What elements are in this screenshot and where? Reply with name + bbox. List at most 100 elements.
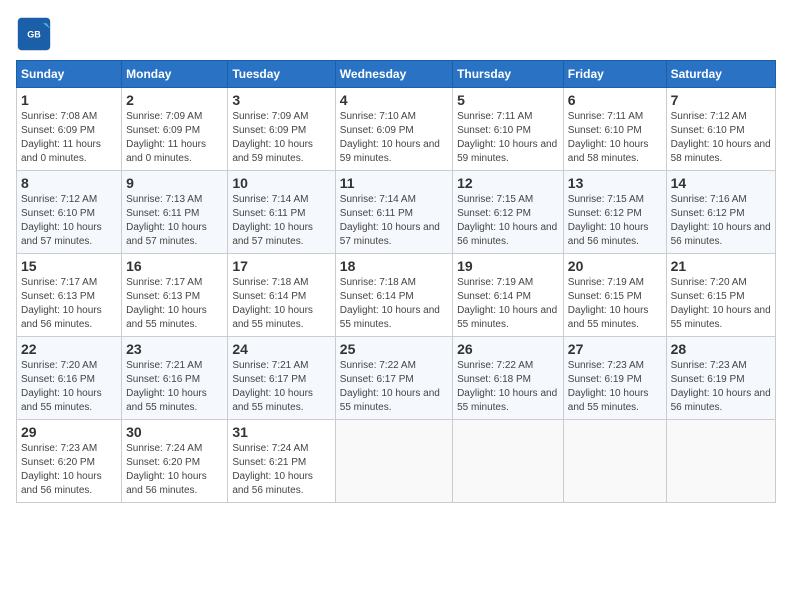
sunset-label: Sunset: 6:18 PM <box>457 374 531 385</box>
header-row: Sunday Monday Tuesday Wednesday Thursday… <box>17 61 776 88</box>
day-info: Sunrise: 7:22 AM Sunset: 6:17 PM Dayligh… <box>340 359 448 415</box>
table-row: 8 Sunrise: 7:12 AM Sunset: 6:10 PM Dayli… <box>17 171 122 254</box>
daylight-label: Daylight: 10 hours and 55 minutes. <box>568 388 649 413</box>
table-row: 15 Sunrise: 7:17 AM Sunset: 6:13 PM Dayl… <box>17 254 122 337</box>
day-number: 30 <box>126 424 223 440</box>
day-number: 24 <box>232 341 330 357</box>
day-info: Sunrise: 7:15 AM Sunset: 6:12 PM Dayligh… <box>568 193 662 249</box>
day-info: Sunrise: 7:09 AM Sunset: 6:09 PM Dayligh… <box>232 110 330 166</box>
day-info: Sunrise: 7:17 AM Sunset: 6:13 PM Dayligh… <box>21 276 117 332</box>
daylight-label: Daylight: 10 hours and 56 minutes. <box>671 388 771 413</box>
table-row: 31 Sunrise: 7:24 AM Sunset: 6:21 PM Dayl… <box>228 420 335 503</box>
daylight-label: Daylight: 10 hours and 56 minutes. <box>568 222 649 247</box>
sunrise-label: Sunrise: 7:23 AM <box>568 360 644 371</box>
daylight-label: Daylight: 11 hours and 0 minutes. <box>126 139 206 164</box>
table-row: 20 Sunrise: 7:19 AM Sunset: 6:15 PM Dayl… <box>563 254 666 337</box>
table-row: 5 Sunrise: 7:11 AM Sunset: 6:10 PM Dayli… <box>453 88 564 171</box>
table-row: 17 Sunrise: 7:18 AM Sunset: 6:14 PM Dayl… <box>228 254 335 337</box>
sunset-label: Sunset: 6:09 PM <box>232 125 306 136</box>
calendar-row: 8 Sunrise: 7:12 AM Sunset: 6:10 PM Dayli… <box>17 171 776 254</box>
logo: GB <box>16 16 56 52</box>
daylight-label: Daylight: 10 hours and 57 minutes. <box>340 222 440 247</box>
daylight-label: Daylight: 10 hours and 55 minutes. <box>671 305 771 330</box>
day-info: Sunrise: 7:15 AM Sunset: 6:12 PM Dayligh… <box>457 193 559 249</box>
table-row: 30 Sunrise: 7:24 AM Sunset: 6:20 PM Dayl… <box>122 420 228 503</box>
daylight-label: Daylight: 10 hours and 57 minutes. <box>21 222 102 247</box>
daylight-label: Daylight: 10 hours and 55 minutes. <box>568 305 649 330</box>
sunrise-label: Sunrise: 7:18 AM <box>232 277 308 288</box>
sunrise-label: Sunrise: 7:15 AM <box>568 194 644 205</box>
table-row: 26 Sunrise: 7:22 AM Sunset: 6:18 PM Dayl… <box>453 337 564 420</box>
day-number: 29 <box>21 424 117 440</box>
table-row: 19 Sunrise: 7:19 AM Sunset: 6:14 PM Dayl… <box>453 254 564 337</box>
col-wednesday: Wednesday <box>335 61 452 88</box>
sunset-label: Sunset: 6:21 PM <box>232 457 306 468</box>
day-number: 13 <box>568 175 662 191</box>
sunrise-label: Sunrise: 7:11 AM <box>457 111 532 122</box>
sunrise-label: Sunrise: 7:08 AM <box>21 111 97 122</box>
daylight-label: Daylight: 10 hours and 57 minutes. <box>126 222 207 247</box>
sunset-label: Sunset: 6:10 PM <box>457 125 531 136</box>
day-number: 2 <box>126 92 223 108</box>
day-number: 17 <box>232 258 330 274</box>
sunset-label: Sunset: 6:16 PM <box>21 374 95 385</box>
sunrise-label: Sunrise: 7:18 AM <box>340 277 416 288</box>
sunrise-label: Sunrise: 7:21 AM <box>126 360 202 371</box>
col-friday: Friday <box>563 61 666 88</box>
day-number: 18 <box>340 258 448 274</box>
day-info: Sunrise: 7:16 AM Sunset: 6:12 PM Dayligh… <box>671 193 771 249</box>
sunset-label: Sunset: 6:12 PM <box>568 208 642 219</box>
calendar-body: 1 Sunrise: 7:08 AM Sunset: 6:09 PM Dayli… <box>17 88 776 503</box>
table-row: 1 Sunrise: 7:08 AM Sunset: 6:09 PM Dayli… <box>17 88 122 171</box>
sunset-label: Sunset: 6:19 PM <box>671 374 745 385</box>
daylight-label: Daylight: 10 hours and 56 minutes. <box>671 222 771 247</box>
sunrise-label: Sunrise: 7:14 AM <box>232 194 308 205</box>
sunset-label: Sunset: 6:09 PM <box>126 125 200 136</box>
table-row <box>335 420 452 503</box>
table-row: 22 Sunrise: 7:20 AM Sunset: 6:16 PM Dayl… <box>17 337 122 420</box>
daylight-label: Daylight: 10 hours and 56 minutes. <box>21 305 102 330</box>
table-row: 28 Sunrise: 7:23 AM Sunset: 6:19 PM Dayl… <box>666 337 775 420</box>
day-info: Sunrise: 7:19 AM Sunset: 6:15 PM Dayligh… <box>568 276 662 332</box>
table-row: 18 Sunrise: 7:18 AM Sunset: 6:14 PM Dayl… <box>335 254 452 337</box>
daylight-label: Daylight: 10 hours and 57 minutes. <box>232 222 313 247</box>
table-row: 14 Sunrise: 7:16 AM Sunset: 6:12 PM Dayl… <box>666 171 775 254</box>
day-info: Sunrise: 7:12 AM Sunset: 6:10 PM Dayligh… <box>671 110 771 166</box>
day-number: 8 <box>21 175 117 191</box>
col-tuesday: Tuesday <box>228 61 335 88</box>
sunrise-label: Sunrise: 7:13 AM <box>126 194 202 205</box>
calendar-row: 22 Sunrise: 7:20 AM Sunset: 6:16 PM Dayl… <box>17 337 776 420</box>
table-row: 3 Sunrise: 7:09 AM Sunset: 6:09 PM Dayli… <box>228 88 335 171</box>
day-number: 7 <box>671 92 771 108</box>
sunrise-label: Sunrise: 7:09 AM <box>232 111 308 122</box>
sunset-label: Sunset: 6:11 PM <box>126 208 199 219</box>
day-info: Sunrise: 7:22 AM Sunset: 6:18 PM Dayligh… <box>457 359 559 415</box>
table-row: 12 Sunrise: 7:15 AM Sunset: 6:12 PM Dayl… <box>453 171 564 254</box>
day-number: 11 <box>340 175 448 191</box>
day-number: 12 <box>457 175 559 191</box>
daylight-label: Daylight: 10 hours and 55 minutes. <box>126 305 207 330</box>
day-number: 22 <box>21 341 117 357</box>
day-number: 15 <box>21 258 117 274</box>
daylight-label: Daylight: 10 hours and 55 minutes. <box>340 388 440 413</box>
day-info: Sunrise: 7:23 AM Sunset: 6:19 PM Dayligh… <box>568 359 662 415</box>
table-row: 6 Sunrise: 7:11 AM Sunset: 6:10 PM Dayli… <box>563 88 666 171</box>
table-row <box>453 420 564 503</box>
sunrise-label: Sunrise: 7:15 AM <box>457 194 533 205</box>
table-row: 7 Sunrise: 7:12 AM Sunset: 6:10 PM Dayli… <box>666 88 775 171</box>
header: GB <box>16 16 776 52</box>
daylight-label: Daylight: 11 hours and 0 minutes. <box>21 139 101 164</box>
day-info: Sunrise: 7:20 AM Sunset: 6:15 PM Dayligh… <box>671 276 771 332</box>
day-number: 10 <box>232 175 330 191</box>
sunrise-label: Sunrise: 7:22 AM <box>340 360 416 371</box>
sunrise-label: Sunrise: 7:12 AM <box>671 111 747 122</box>
day-info: Sunrise: 7:23 AM Sunset: 6:19 PM Dayligh… <box>671 359 771 415</box>
day-number: 5 <box>457 92 559 108</box>
calendar-row: 15 Sunrise: 7:17 AM Sunset: 6:13 PM Dayl… <box>17 254 776 337</box>
day-info: Sunrise: 7:19 AM Sunset: 6:14 PM Dayligh… <box>457 276 559 332</box>
day-number: 14 <box>671 175 771 191</box>
day-info: Sunrise: 7:23 AM Sunset: 6:20 PM Dayligh… <box>21 442 117 498</box>
day-info: Sunrise: 7:13 AM Sunset: 6:11 PM Dayligh… <box>126 193 223 249</box>
sunset-label: Sunset: 6:20 PM <box>126 457 200 468</box>
table-row: 11 Sunrise: 7:14 AM Sunset: 6:11 PM Dayl… <box>335 171 452 254</box>
